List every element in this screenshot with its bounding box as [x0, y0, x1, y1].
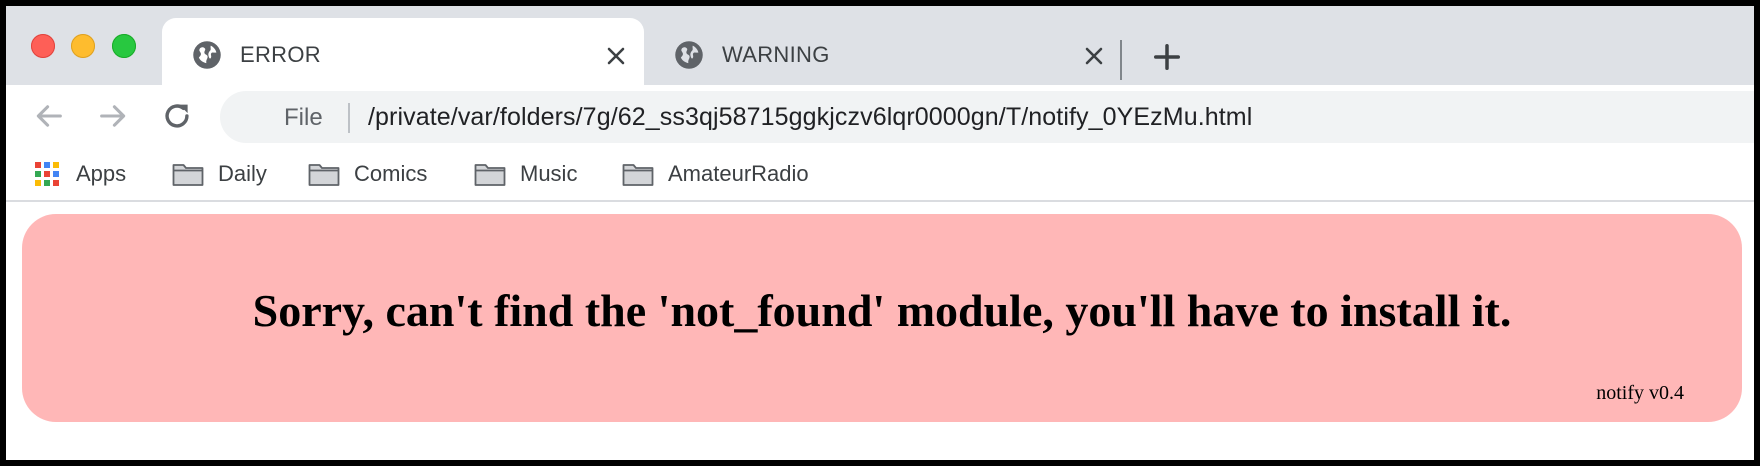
window-zoom-button[interactable]: [112, 34, 136, 58]
globe-icon: [193, 41, 221, 69]
bookmark-daily[interactable]: Daily: [172, 154, 267, 194]
scheme-label[interactable]: File: [284, 104, 323, 132]
tab-warning[interactable]: WARNING: [644, 18, 1122, 85]
folder-icon: [308, 164, 340, 186]
folder-icon: [474, 164, 506, 186]
bookmark-label: Comics: [354, 161, 428, 186]
folder-icon: [172, 164, 204, 186]
reload-icon[interactable]: [160, 99, 194, 133]
bookmark-label: Apps: [76, 161, 127, 186]
address-bar[interactable]: File /private/var/folders/7g/62_ss3qj587…: [220, 91, 1754, 143]
page-content: Sorry, can't find the 'not_found' module…: [6, 202, 1754, 460]
bookmark-music[interactable]: Music: [474, 154, 577, 194]
folder-icon: [622, 164, 654, 186]
bookmark-label: Music: [520, 161, 578, 186]
bookmark-label: Daily: [218, 161, 267, 186]
tab-separator: [1120, 40, 1122, 80]
forward-arrow-icon[interactable]: [96, 99, 130, 133]
window-minimize-button[interactable]: [71, 34, 95, 58]
tab-strip: ERROR WARNING: [6, 6, 1754, 85]
toolbar: File /private/var/folders/7g/62_ss3qj587…: [6, 85, 1754, 148]
bookmark-apps[interactable]: Apps: [34, 154, 126, 194]
bookmark-amateurradio[interactable]: AmateurRadio: [622, 154, 809, 194]
browser-window: ERROR WARNING File /private/var/folders/…: [6, 6, 1754, 460]
close-icon[interactable]: [1082, 44, 1106, 68]
bookmarks-bar: Apps Daily Comics Music AmateurRadio: [6, 148, 1754, 202]
bookmark-label: AmateurRadio: [668, 161, 809, 186]
address-separator: [348, 103, 350, 133]
window-close-button[interactable]: [31, 34, 55, 58]
tab-title: ERROR: [240, 42, 321, 67]
apps-grid-icon: [35, 162, 59, 186]
bookmark-comics[interactable]: Comics: [308, 154, 427, 194]
globe-icon: [675, 41, 703, 69]
notification-box: Sorry, can't find the 'not_found' module…: [22, 214, 1742, 422]
back-arrow-icon[interactable]: [32, 99, 66, 133]
new-tab-plus-icon[interactable]: [1152, 42, 1182, 72]
version-label: notify v0.4: [1596, 382, 1684, 404]
tab-title: WARNING: [722, 42, 830, 67]
tab-error[interactable]: ERROR: [162, 18, 644, 85]
url-text[interactable]: /private/var/folders/7g/62_ss3qj58715ggk…: [368, 103, 1252, 132]
error-message: Sorry, can't find the 'not_found' module…: [252, 285, 1512, 336]
close-icon[interactable]: [604, 44, 628, 68]
